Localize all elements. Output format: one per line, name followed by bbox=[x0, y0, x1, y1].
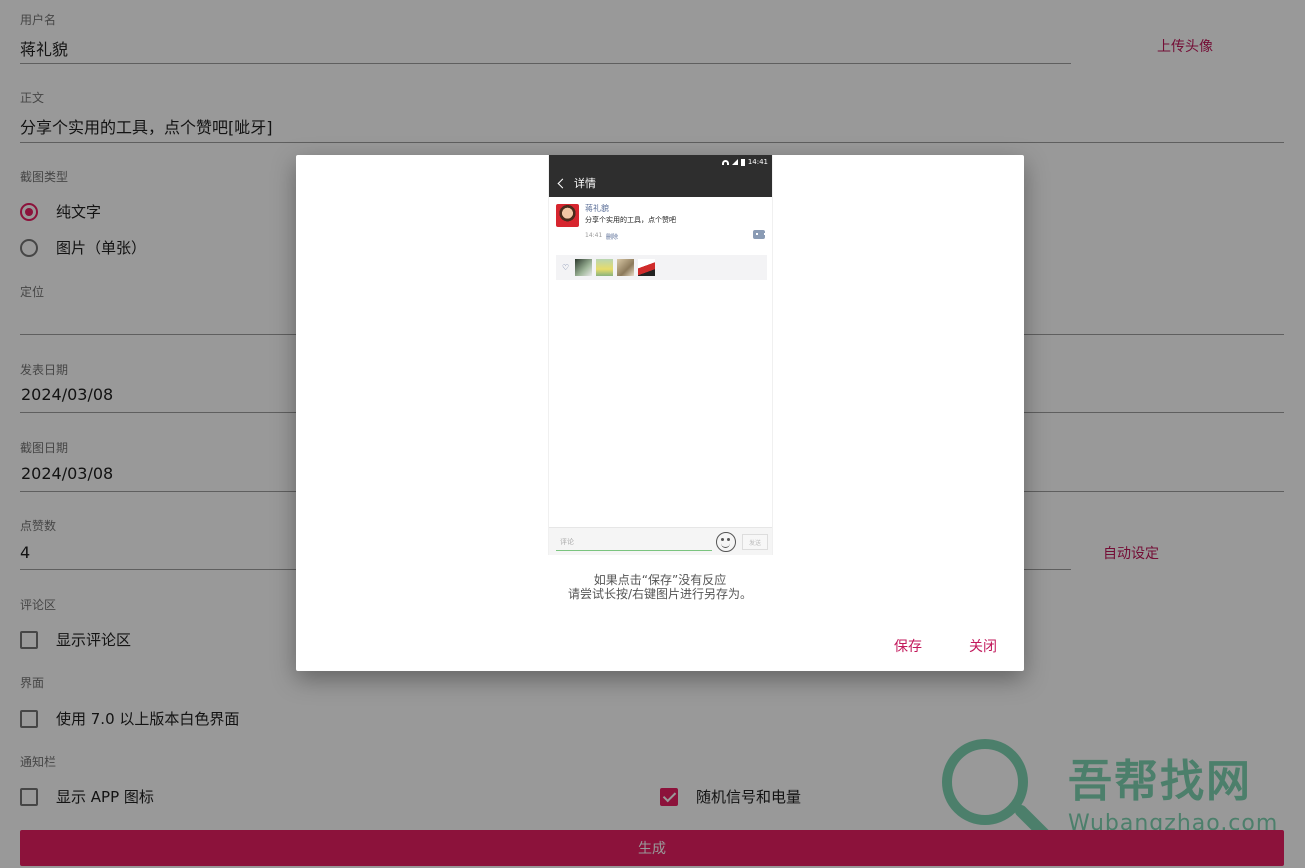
likes-bar: ♡ bbox=[556, 255, 767, 280]
screenshot-preview-image[interactable]: 14:41 详情 蒋礼貌 分享个实用的工具，点个赞吧 14:41 删除 ♡ 评论… bbox=[548, 155, 773, 555]
moment-post: 蒋礼貌 分享个实用的工具，点个赞吧 14:41 删除 ♡ bbox=[549, 197, 772, 282]
phone-comment-field: 评论 bbox=[556, 535, 712, 551]
post-time: 14:41 bbox=[585, 232, 603, 239]
post-text: 分享个实用的工具，点个赞吧 bbox=[585, 216, 676, 224]
save-tip-line-2: 请尝试长按/右键图片进行另存为。 bbox=[567, 587, 753, 601]
phone-title: 详情 bbox=[574, 177, 596, 190]
post-delete: 删除 bbox=[606, 234, 619, 241]
status-time: 14:41 bbox=[747, 158, 768, 166]
phone-status-bar: 14:41 bbox=[549, 155, 772, 169]
battery-icon bbox=[740, 158, 745, 166]
wifi-icon bbox=[721, 159, 729, 165]
comment-more-icon bbox=[753, 230, 766, 239]
like-avatar-3 bbox=[617, 259, 635, 276]
back-arrow-icon bbox=[557, 178, 568, 188]
phone-send-button: 发送 bbox=[742, 534, 768, 550]
save-tip-line-1: 如果点击“保存”没有反应 bbox=[593, 573, 727, 587]
save-tip: 如果点击“保存”没有反应 请尝试长按/右键图片进行另存为。 bbox=[296, 573, 1024, 601]
preview-dialog: 14:41 详情 蒋礼貌 分享个实用的工具，点个赞吧 14:41 删除 ♡ 评论… bbox=[296, 155, 1024, 671]
heart-icon: ♡ bbox=[562, 263, 570, 272]
save-button[interactable]: 保存 bbox=[894, 636, 922, 656]
phone-comment-bar: 评论 发送 bbox=[549, 527, 772, 555]
avatar bbox=[556, 204, 579, 227]
close-button[interactable]: 关闭 bbox=[969, 636, 997, 656]
like-avatar-4 bbox=[638, 259, 656, 276]
emoji-icon bbox=[716, 532, 736, 552]
like-avatar-1 bbox=[575, 259, 593, 276]
phone-title-bar: 详情 bbox=[549, 169, 772, 197]
post-author: 蒋礼貌 bbox=[585, 204, 609, 213]
signal-icon bbox=[731, 159, 738, 165]
like-avatar-2 bbox=[596, 259, 614, 276]
